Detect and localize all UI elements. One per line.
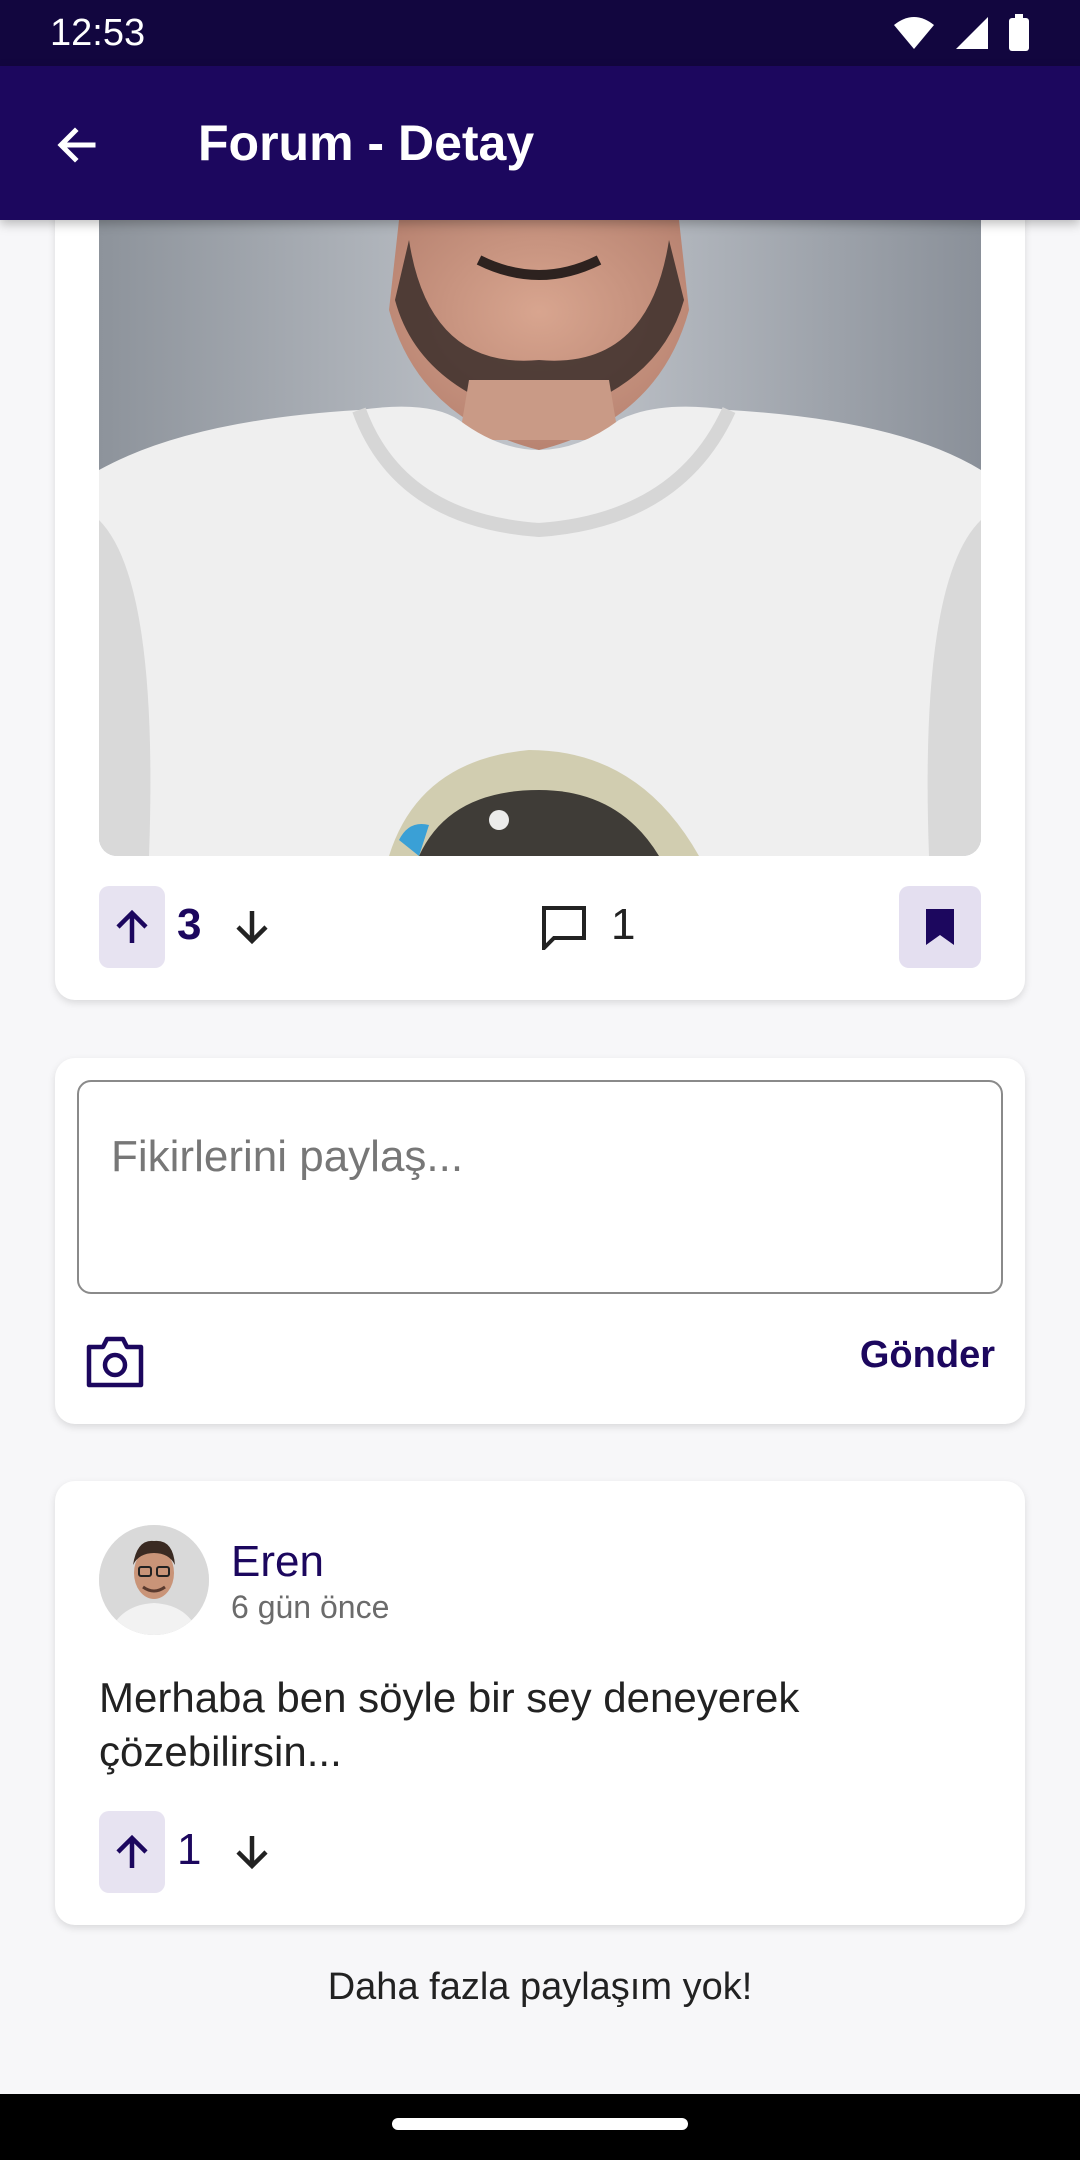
home-indicator[interactable] — [392, 2118, 688, 2130]
arrow-down-icon — [236, 911, 268, 945]
comment-count: 1 — [611, 900, 636, 949]
comment-icon — [542, 906, 586, 950]
camera-icon — [86, 1336, 144, 1388]
downvote-button[interactable] — [219, 894, 285, 960]
comments-button[interactable] — [531, 894, 597, 960]
post-actions: 3 1 — [99, 886, 981, 968]
post-photo — [99, 220, 981, 856]
status-icons — [892, 14, 1030, 52]
upvote-count: 3 — [177, 900, 202, 949]
comment-upvote-button[interactable] — [99, 1811, 165, 1893]
end-of-feed-message: Daha fazla paylaşım yok! — [327, 1966, 753, 2008]
comment-downvote-button[interactable] — [219, 1819, 285, 1885]
bookmark-icon — [926, 909, 954, 945]
post-image[interactable] — [99, 220, 981, 856]
signal-icon — [956, 17, 988, 49]
avatar-photo — [99, 1525, 209, 1635]
bookmark-button[interactable] — [899, 886, 981, 968]
back-button[interactable] — [40, 108, 114, 182]
comment-card: Eren 6 gün önce Merhaba ben söyle bir se… — [55, 1481, 1025, 1925]
post-card: 3 1 — [55, 160, 1025, 1000]
battery-icon — [1009, 14, 1029, 51]
compose-card: Gönder — [55, 1058, 1025, 1424]
app-bar: Forum - Detay — [0, 66, 1080, 220]
send-button[interactable]: Gönder — [860, 1334, 995, 1377]
comment-upvote-count: 1 — [177, 1825, 202, 1874]
arrow-down-icon — [236, 1836, 268, 1870]
page-title: Forum - Detay — [198, 115, 535, 171]
system-nav-bar — [0, 2094, 1080, 2160]
avatar[interactable] — [99, 1525, 209, 1635]
arrow-up-icon — [116, 909, 148, 943]
comment-author[interactable]: Eren — [231, 1537, 324, 1587]
wifi-icon — [894, 17, 934, 49]
add-photo-button[interactable] — [79, 1326, 151, 1398]
comment-text: Merhaba ben söyle bir sey deneyerek çöze… — [99, 1674, 800, 1775]
status-bar: 12:53 — [0, 0, 1080, 66]
comment-input[interactable] — [77, 1080, 1003, 1294]
arrow-up-icon — [116, 1834, 148, 1868]
comment-time: 6 gün önce — [231, 1589, 390, 1625]
upvote-button[interactable] — [99, 886, 165, 968]
arrow-back-icon — [57, 127, 96, 163]
status-time: 12:53 — [50, 12, 146, 54]
